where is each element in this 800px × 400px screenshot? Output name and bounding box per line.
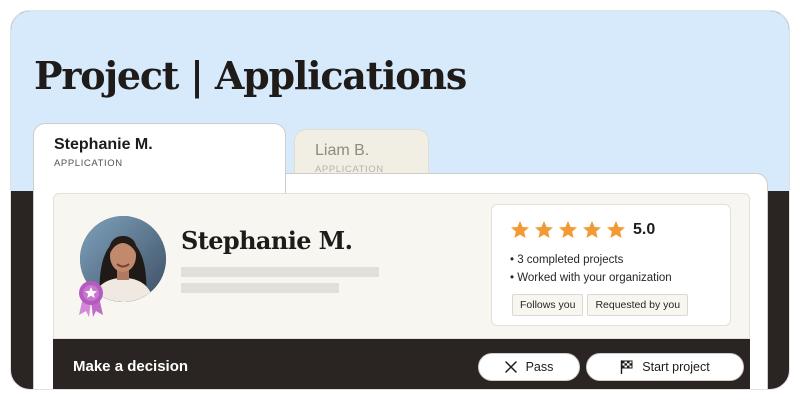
highlights-list: • 3 completed projects • Worked with you… <box>510 251 672 287</box>
applicant-name: Stephanie M. <box>181 226 353 255</box>
application-panel: Stephanie M. 5.0 • 3 completed projects … <box>33 173 768 389</box>
app-window: Project | Applications Liam B. APPLICATI… <box>10 10 790 390</box>
applicant-card: Stephanie M. 5.0 • 3 completed projects … <box>53 193 750 339</box>
star-icon <box>559 221 577 238</box>
pass-label: Pass <box>525 360 554 374</box>
rating-value: 5.0 <box>633 221 656 238</box>
applicant-stats: 5.0 • 3 completed projects • Worked with… <box>491 204 731 326</box>
tag-group: Follows you Requested by you <box>512 294 689 316</box>
decision-label: Make a decision <box>73 358 189 375</box>
list-item: • Worked with your organization <box>510 272 672 284</box>
tag-requested-by-you: Requested by you <box>587 294 689 316</box>
tab-name: Liam B. <box>315 142 370 159</box>
page-title: Project | Applications <box>34 53 467 98</box>
award-ribbon-icon <box>76 279 106 319</box>
tab-name: Stephanie M. <box>54 136 153 153</box>
start-project-button[interactable]: Start project <box>586 353 744 381</box>
placeholder-line <box>181 283 339 293</box>
flag-icon <box>621 360 633 374</box>
placeholder-line <box>181 267 379 277</box>
tab-subtitle: APPLICATION <box>54 158 123 169</box>
tag-follows-you: Follows you <box>512 294 584 316</box>
close-icon <box>504 361 517 373</box>
star-icon <box>511 221 529 238</box>
pass-button[interactable]: Pass <box>478 353 580 381</box>
star-icon <box>535 221 553 238</box>
star-icon <box>607 221 625 238</box>
star-icon <box>583 221 601 238</box>
tab-stephanie-m[interactable]: Stephanie M. APPLICATION <box>33 123 286 193</box>
decision-bar: Make a decision Pass Start project <box>53 339 750 389</box>
start-project-label: Start project <box>642 360 710 374</box>
star-rating <box>510 220 626 240</box>
list-item: • 3 completed projects <box>510 254 624 266</box>
